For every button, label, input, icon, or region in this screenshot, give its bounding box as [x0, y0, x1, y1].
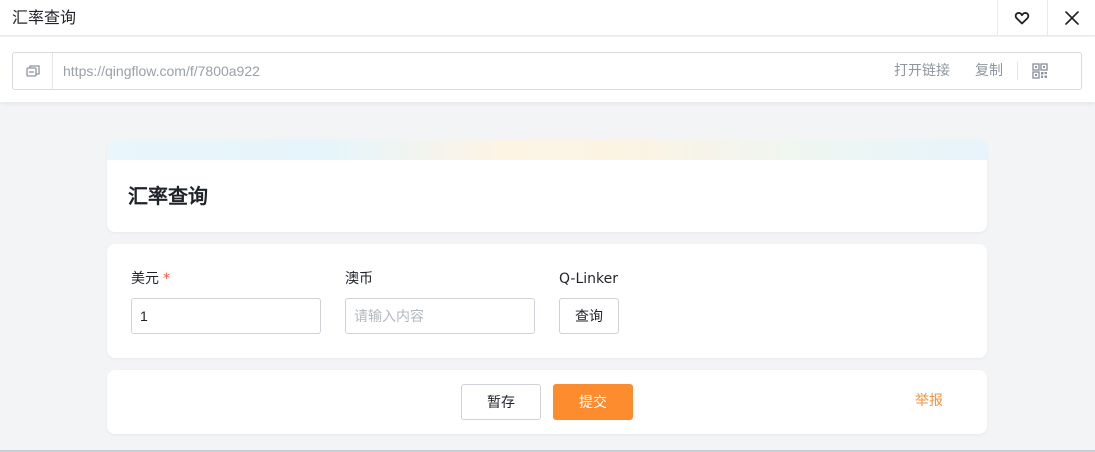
usd-input[interactable]: [131, 298, 321, 334]
copy-link-button[interactable]: 复制: [975, 63, 1003, 79]
favorite-button[interactable]: [997, 0, 1045, 36]
aud-input[interactable]: [345, 298, 535, 334]
form-fields-card: 美元* 澳币 Q-Linker 查询: [107, 244, 987, 358]
heart-icon: [1014, 12, 1029, 25]
query-button[interactable]: 查询: [559, 298, 619, 334]
share-url-text[interactable]: https://qingflow.com/f/7800a922: [63, 63, 260, 79]
required-mark: *: [163, 271, 170, 287]
share-link-bar: https://qingflow.com/f/7800a922 打开链接 复制: [12, 52, 1082, 90]
field-label-usd: 美元 *: [131, 271, 170, 287]
header-gradient: [107, 140, 987, 160]
form-actions-card: 暂存 提交 举报: [107, 370, 987, 434]
submit-button[interactable]: 提交: [553, 384, 633, 420]
form-title: 汇率查询: [128, 184, 208, 208]
report-link[interactable]: 举报: [915, 393, 943, 409]
window-title: 汇率查询: [12, 8, 77, 27]
link-copy-icon: [13, 53, 53, 89]
field-label-usd-text: 美元: [131, 271, 159, 287]
divider: [1017, 62, 1018, 80]
open-link-button[interactable]: 打开链接: [894, 63, 950, 79]
qrcode-icon[interactable]: [1032, 63, 1048, 79]
save-draft-button[interactable]: 暂存: [461, 384, 541, 420]
title-bar: 汇率查询: [0, 0, 1095, 36]
form-header-card: 汇率查询: [107, 140, 987, 232]
close-button[interactable]: [1047, 0, 1095, 36]
field-label-aud: 澳币: [345, 271, 373, 287]
field-label-qlinker: Q-Linker: [559, 271, 619, 287]
share-link-panel: https://qingflow.com/f/7800a922 打开链接 复制: [0, 37, 1095, 102]
close-icon: [1064, 11, 1079, 25]
